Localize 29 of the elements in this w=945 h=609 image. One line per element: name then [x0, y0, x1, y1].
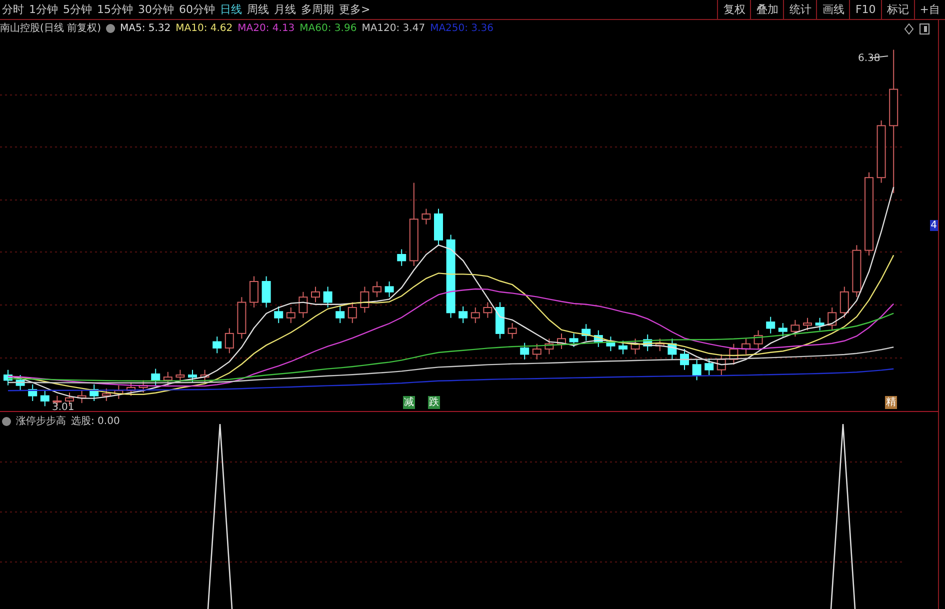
indicator-name: 涨停步步高: [16, 414, 66, 428]
moving-average-value: MA250: 3.36: [430, 22, 494, 34]
period-tab[interactable]: 多周期: [301, 2, 334, 17]
period-tab[interactable]: 周线: [247, 2, 269, 17]
axis-price-tag: 4: [930, 220, 938, 231]
period-tab[interactable]: 分时: [2, 2, 24, 17]
signal-marker: 减: [403, 396, 415, 409]
period-tab[interactable]: 15分钟: [97, 2, 133, 17]
high-price-label: 6.38: [858, 53, 880, 64]
period-tab[interactable]: 更多>: [339, 2, 370, 17]
period-tab[interactable]: 5分钟: [63, 2, 92, 17]
signal-marker: 精: [885, 396, 897, 409]
period-tab[interactable]: 1分钟: [29, 2, 58, 17]
dropdown-icon[interactable]: [106, 24, 115, 32]
period-tab[interactable]: 月线: [274, 2, 296, 17]
moving-average-value: MA5: 5.32: [120, 22, 171, 34]
chart-tools-drawing[interactable]: [904, 23, 930, 35]
signal-marker: 跌: [428, 396, 440, 409]
dropdown-icon[interactable]: [2, 416, 11, 426]
period-tab[interactable]: 60分钟: [179, 2, 215, 17]
indicator-value: 选股: 0.00: [71, 414, 120, 428]
period-tab[interactable]: 日线: [220, 2, 242, 17]
low-price-label: 3.01: [52, 402, 74, 412]
moving-average-value: MA120: 3.47: [362, 22, 426, 34]
moving-average-value: MA20: 4.13: [238, 22, 295, 34]
period-tab[interactable]: 30分钟: [138, 2, 174, 17]
moving-average-value: MA10: 4.62: [176, 22, 233, 34]
stock-title: 南山控股(日线 前复权): [0, 22, 101, 35]
moving-average-value: MA60: 3.96: [300, 22, 357, 34]
